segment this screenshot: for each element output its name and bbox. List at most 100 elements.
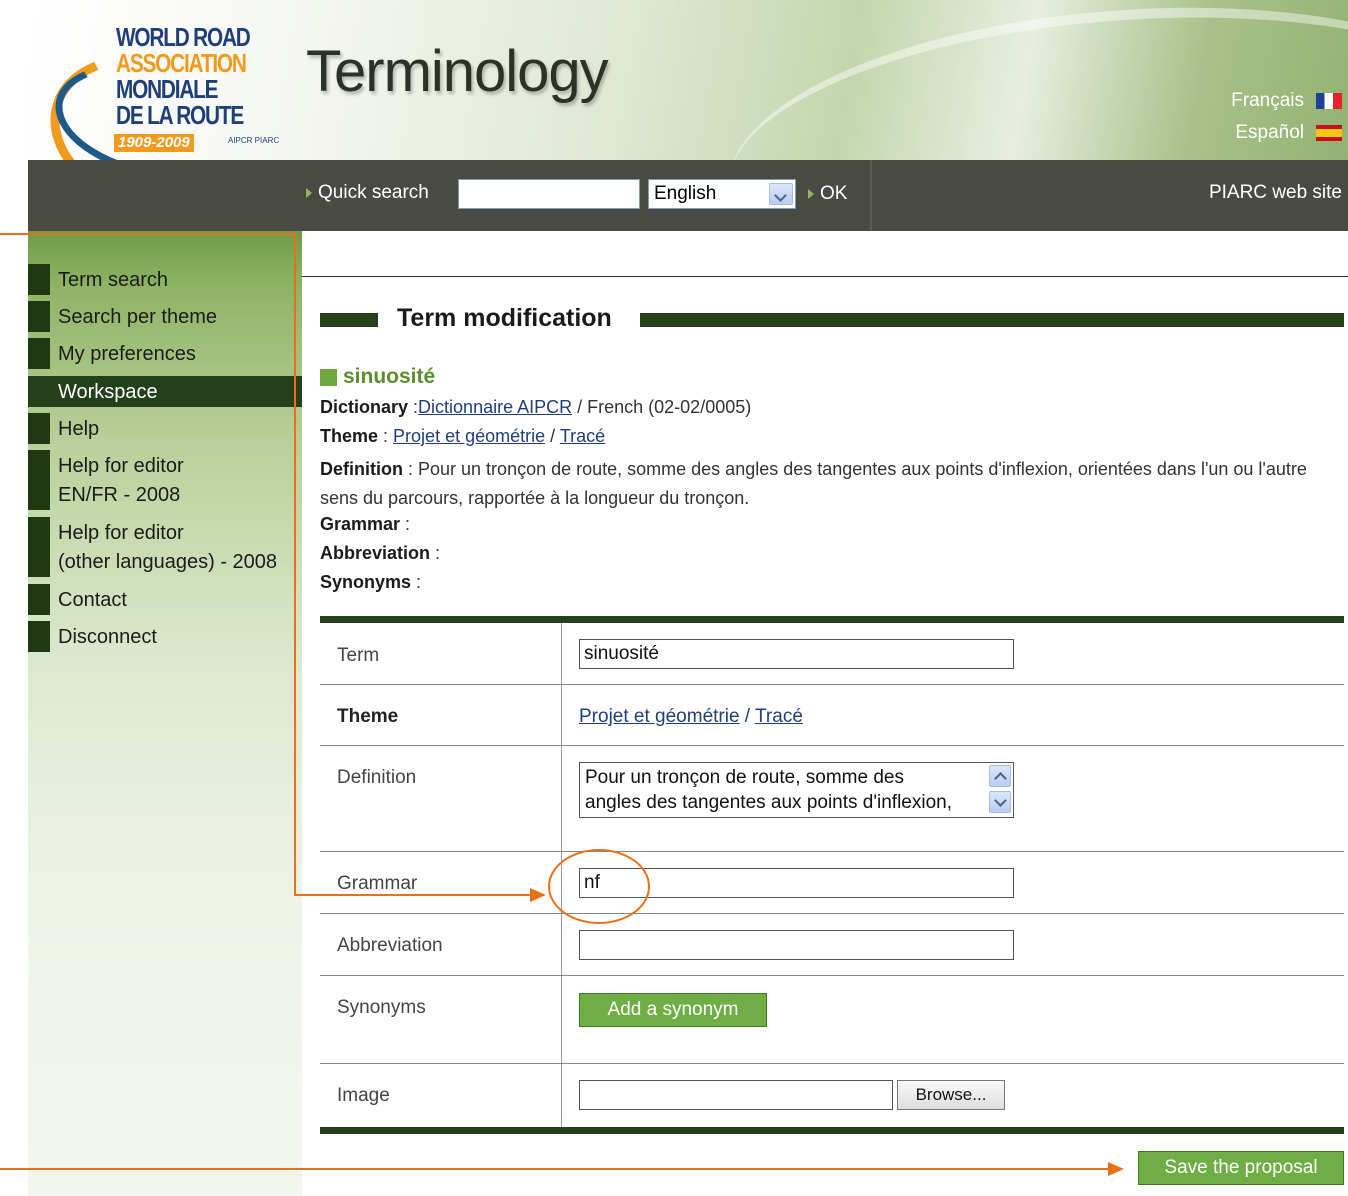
- square-bullet-icon: [320, 368, 337, 386]
- toolbar-divider: [870, 160, 872, 231]
- arrow-right-icon: [306, 187, 312, 198]
- divider: [302, 276, 1348, 277]
- sidebar-item-help-editor-other[interactable]: Help for editor (other languages) - 2008: [28, 517, 302, 577]
- logo-text: MONDIALE: [116, 74, 219, 104]
- flag-fr-icon: [1316, 93, 1342, 109]
- textarea-scrollbar[interactable]: [989, 765, 1011, 815]
- page-title: Term modification: [397, 304, 612, 332]
- language-select-value: English: [654, 183, 717, 204]
- term-field[interactable]: sinuosité: [579, 639, 1014, 669]
- dictionary-link[interactable]: Dictionnaire AIPCR: [418, 397, 572, 417]
- quick-search-bar: Quick search English OK PIARC web site: [28, 160, 1348, 231]
- definition-textarea[interactable]: Pour un tronçon de route, somme des angl…: [579, 762, 1014, 818]
- nav-marker: [28, 584, 50, 615]
- nav-marker: [28, 338, 50, 369]
- sidebar-item-help-editor-enfr[interactable]: Help for editor EN/FR - 2008: [28, 450, 302, 510]
- arrow-right-icon: [1108, 1162, 1124, 1176]
- abbreviation-info: Abbreviation :: [320, 543, 441, 563]
- language-link-spanish[interactable]: Español: [1235, 122, 1342, 144]
- chevron-up-icon[interactable]: [989, 765, 1011, 787]
- quick-search-ok-button[interactable]: OK: [808, 183, 847, 205]
- language-select[interactable]: English: [648, 179, 796, 209]
- subtheme-link[interactable]: Tracé: [755, 706, 803, 727]
- annotation-line: [0, 1168, 1110, 1170]
- sidebar-item-term-search[interactable]: Term search: [28, 264, 302, 295]
- sidebar-item-label: Search per theme: [58, 306, 217, 328]
- synonyms-label: Synonyms: [337, 997, 426, 1018]
- sidebar-item-workspace[interactable]: Workspace: [28, 376, 302, 407]
- sidebar-item-label: Contact: [58, 589, 127, 611]
- chevron-down-icon[interactable]: [989, 791, 1011, 813]
- sidebar-item-label: My preferences: [58, 343, 196, 365]
- subtheme-link[interactable]: Tracé: [560, 426, 605, 446]
- nav-marker: [28, 517, 50, 577]
- logo-text: DE LA ROUTE: [116, 100, 244, 130]
- sidebar-item-my-preferences[interactable]: My preferences: [28, 338, 302, 369]
- form-row-term: Term sinuosité: [320, 623, 1344, 685]
- form-row-theme: Theme Projet et géométrie / Tracé: [320, 685, 1344, 746]
- sidebar-item-label: Term search: [58, 269, 169, 291]
- synonyms-info: Synonyms :: [320, 572, 422, 592]
- theme-info: Theme : Projet et géométrie / Tracé: [320, 426, 606, 446]
- nav-marker: [28, 450, 50, 510]
- grammar-label: Grammar: [337, 873, 418, 894]
- theme-label: Theme: [337, 706, 399, 727]
- sidebar-item-contact[interactable]: Contact: [28, 584, 302, 615]
- nav-marker: [28, 376, 50, 407]
- definition-info: Definition : Pour un tronçon de route, s…: [320, 459, 1307, 508]
- section-bar: [640, 313, 1344, 327]
- form-row-definition: Definition Pour un tronçon de route, som…: [320, 746, 1344, 852]
- dictionary-info: Dictionary :Dictionnaire AIPCR / French …: [320, 397, 752, 417]
- theme-link[interactable]: Projet et géométrie: [579, 706, 740, 727]
- nav-marker: [28, 621, 50, 652]
- theme-links: Projet et géométrie / Tracé: [579, 706, 803, 727]
- abbreviation-field[interactable]: [579, 930, 1014, 960]
- logo-text: WORLD ROAD: [116, 22, 251, 52]
- language-label: Français: [1231, 90, 1304, 111]
- sidebar-item-search-per-theme[interactable]: Search per theme: [28, 301, 302, 332]
- main-content: Term modification sinuosité Dictionary :…: [302, 231, 1348, 1196]
- annotation-circle: [548, 849, 650, 924]
- arrow-right-icon: [808, 188, 814, 199]
- form-row-abbreviation: Abbreviation: [320, 914, 1344, 976]
- grammar-info: Grammar :: [320, 514, 411, 534]
- quick-search-label: Quick search: [306, 182, 429, 204]
- language-link-french[interactable]: Français: [1231, 90, 1342, 112]
- form-row-image: Image Browse...: [320, 1064, 1344, 1127]
- image-label: Image: [337, 1085, 390, 1106]
- definition-label: Definition: [337, 767, 417, 788]
- annotation-line: [294, 894, 532, 896]
- language-label: Español: [1235, 122, 1304, 143]
- flag-es-icon: [1316, 125, 1342, 141]
- chevron-down-icon[interactable]: [769, 183, 793, 205]
- annotation-line: [0, 233, 296, 235]
- quick-search-input[interactable]: [458, 179, 640, 209]
- sidebar: Term search Search per theme My preferen…: [28, 231, 302, 1196]
- section-header: Term modification: [320, 304, 1344, 333]
- nav-marker: [28, 301, 50, 332]
- logo-text: ASSOCIATION: [116, 48, 247, 78]
- logo-years: 1909-2009: [114, 134, 194, 152]
- sidebar-item-help[interactable]: Help: [28, 413, 302, 444]
- arrow-right-icon: [530, 888, 546, 902]
- save-proposal-button[interactable]: Save the proposal: [1138, 1151, 1344, 1185]
- browse-button[interactable]: Browse...: [897, 1080, 1005, 1110]
- sidebar-item-label: Disconnect: [58, 626, 157, 648]
- abbreviation-label: Abbreviation: [337, 935, 443, 956]
- sidebar-item-label: Help for editor EN/FR - 2008: [58, 455, 184, 506]
- nav-marker: [28, 264, 50, 295]
- sidebar-item-disconnect[interactable]: Disconnect: [28, 621, 302, 652]
- section-bar: [320, 313, 378, 327]
- sidebar-item-label: Workspace: [58, 381, 158, 403]
- image-file-input[interactable]: [579, 1080, 893, 1110]
- annotation-line: [294, 233, 296, 895]
- add-synonym-button[interactable]: Add a synonym: [579, 993, 767, 1027]
- term-label: Term: [337, 645, 380, 666]
- sidebar-item-label: Help for editor (other languages) - 2008: [58, 522, 278, 573]
- sidebar-item-label: Help: [58, 418, 100, 440]
- piarc-website-link[interactable]: PIARC web site: [1209, 182, 1342, 204]
- theme-link[interactable]: Projet et géométrie: [393, 426, 545, 446]
- term-heading: sinuosité: [320, 365, 435, 389]
- form-row-synonyms: Synonyms Add a synonym: [320, 976, 1344, 1064]
- nav-marker: [28, 413, 50, 444]
